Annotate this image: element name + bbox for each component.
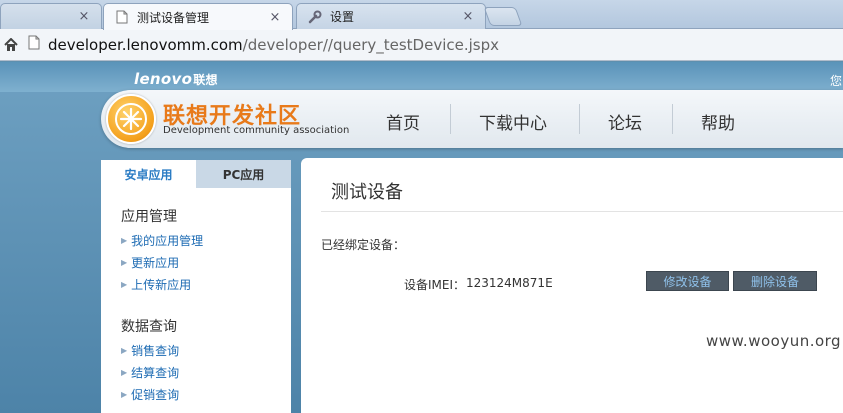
sidebar-link-settlement-query[interactable]: ▶ 结算查询 [121,364,179,381]
browser-tab-active[interactable]: 测试设备管理 × [103,3,293,30]
url-host: developer.lenovomm.com [48,35,243,54]
sidebar-link-update-app[interactable]: ▶ 更新应用 [121,254,179,271]
new-tab-button[interactable] [483,7,523,26]
imei-value: 123124M871E [466,276,553,290]
watermark: www.wooyun.org [706,332,842,350]
arrow-right-icon: ▶ [121,280,128,289]
sidebar-tabs: 安卓应用 PC应用 [101,160,291,188]
tab-pc-apps[interactable]: PC应用 [196,160,291,188]
site-navbar: 联想开发社区 Development community association… [101,90,843,148]
nav-forum[interactable]: 论坛 [608,109,642,134]
page-icon [28,35,40,54]
url-field[interactable]: developer.lenovomm.com/developer//query_… [28,33,843,57]
tab-title: 测试设备管理 [137,10,210,25]
nav-downloads[interactable]: 下载中心 [479,109,547,134]
url-path: /developer//query_testDevice.jspx [242,35,500,54]
wrench-icon [307,9,323,25]
page-viewport: lenovo联想 您 联想开发社区 Development community … [0,62,843,413]
site-emblem-icon[interactable] [106,94,156,144]
bound-devices-label: 已经绑定设备： [321,238,406,252]
tab-title: 设置 [330,10,355,24]
browser-tab-settings[interactable]: 设置 × [296,3,486,29]
browser-tabstrip: × 测试设备管理 × 设置 × [0,0,843,30]
nav-divider [672,104,673,134]
edit-device-button[interactable]: 修改设备 [646,271,729,291]
sidebar: 安卓应用 PC应用 应用管理 ▶ 我的应用管理 ▶ 更新应用 ▶ 上传新应用 数据查询… [101,160,291,413]
arrow-right-icon: ▶ [121,236,128,245]
title-divider [321,211,843,212]
lenovo-logo[interactable]: lenovo联想 [134,70,218,88]
delete-device-button[interactable]: 删除设备 [733,271,817,291]
group-title-data-query: 数据查询 [121,319,177,335]
nav-divider [579,104,580,134]
sidebar-link-my-apps[interactable]: ▶ 我的应用管理 [121,232,203,249]
sidebar-link-promotion-query[interactable]: ▶ 促销查询 [121,386,179,403]
tab-android-apps[interactable]: 安卓应用 [101,160,196,188]
sidebar-link-sales-query[interactable]: ▶ 销售查询 [121,342,179,359]
close-icon[interactable]: × [268,10,282,25]
arrow-right-icon: ▶ [121,346,128,355]
brand-name-cn: 联想 [193,73,218,87]
home-icon[interactable] [0,34,22,56]
page-title: 测试设备 [331,182,403,203]
top-strip [0,62,843,92]
main-panel: 测试设备 已经绑定设备： 设备IMEI： 123124M871E 修改设备 删除… [301,158,843,413]
browser-tab-previous[interactable]: × [0,3,102,29]
arrow-right-icon: ▶ [121,258,128,267]
address-bar: developer.lenovomm.com/developer//query_… [0,29,843,61]
nav-help[interactable]: 帮助 [701,109,735,134]
page-icon [114,9,130,25]
close-icon[interactable]: × [77,9,91,24]
brand-name: lenovo [134,70,193,88]
nav-divider [450,104,451,134]
group-title-app-management: 应用管理 [121,209,177,225]
arrow-right-icon: ▶ [121,368,128,377]
site-subtitle: Development community association [163,125,350,136]
imei-label: 设备IMEI： [404,278,466,292]
sidebar-link-upload-app[interactable]: ▶ 上传新应用 [121,276,191,293]
nav-home[interactable]: 首页 [386,109,420,134]
close-icon[interactable]: × [461,9,475,24]
arrow-right-icon: ▶ [121,390,128,399]
user-greeting: 您 [830,74,843,88]
